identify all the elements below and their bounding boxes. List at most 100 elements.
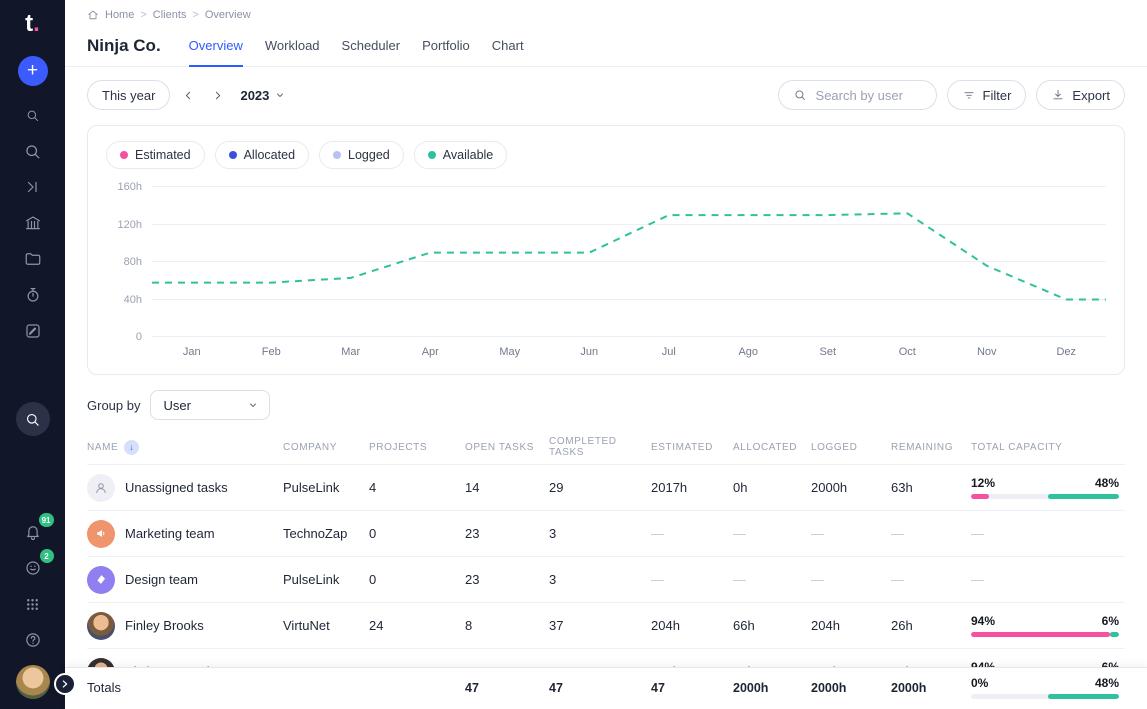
search-icon[interactable] bbox=[16, 134, 50, 168]
notifications-bell-icon[interactable]: 91 bbox=[16, 515, 50, 549]
capacity-track bbox=[971, 632, 1119, 637]
column-header-allocated[interactable]: Allocated bbox=[733, 442, 811, 453]
column-header-remaining[interactable]: Remaining bbox=[891, 442, 971, 453]
chart-body: 160h120h80h40h0 bbox=[106, 187, 1106, 337]
available-line bbox=[152, 187, 1106, 337]
totals-estimated: 47 bbox=[651, 681, 733, 695]
column-header-label: Completed tasks bbox=[549, 436, 651, 458]
apps-grid-icon[interactable] bbox=[16, 587, 50, 621]
legend-label: Estimated bbox=[135, 148, 191, 162]
cell-estimated: 2017h bbox=[651, 480, 733, 495]
column-header-company[interactable]: Company bbox=[283, 442, 369, 453]
next-period-button[interactable] bbox=[207, 89, 228, 102]
tab-scheduler[interactable]: Scheduler bbox=[342, 25, 401, 67]
filter-button[interactable]: Filter bbox=[947, 80, 1027, 110]
column-header-completed-tasks[interactable]: Completed tasks bbox=[549, 436, 651, 458]
column-header-estimated[interactable]: Estimated bbox=[651, 442, 733, 453]
breadcrumb-home[interactable]: Home bbox=[105, 9, 134, 21]
capacity-right-percent: 48% bbox=[1095, 476, 1119, 490]
cell-completed-tasks: 37 bbox=[549, 618, 651, 633]
building-icon[interactable] bbox=[16, 206, 50, 240]
search-small-icon[interactable] bbox=[16, 98, 50, 132]
month-label: Feb bbox=[232, 346, 312, 358]
table-row[interactable]: Design teamPulseLink0233————— bbox=[87, 557, 1125, 603]
totals-completed-tasks: 47 bbox=[549, 681, 651, 695]
chart-legend: Estimated Allocated Logged Available bbox=[106, 141, 1106, 169]
sidebar-bottom: 91 2 bbox=[16, 513, 50, 709]
row-name: Marketing team bbox=[125, 526, 215, 541]
folder-icon[interactable] bbox=[16, 242, 50, 276]
add-button[interactable]: + bbox=[18, 56, 48, 86]
legend-item-logged[interactable]: Logged bbox=[319, 141, 404, 169]
cell-estimated: 204h bbox=[651, 618, 733, 633]
table-row[interactable]: Finley BrooksVirtuNet24837204h66h204h26h… bbox=[87, 603, 1125, 649]
tab-chart[interactable]: Chart bbox=[492, 25, 524, 67]
legend-dot bbox=[428, 151, 436, 159]
feedback-badge: 2 bbox=[40, 549, 54, 563]
cell-open-tasks: 8 bbox=[465, 618, 549, 633]
export-button[interactable]: Export bbox=[1036, 80, 1125, 110]
prev-period-button[interactable] bbox=[178, 89, 199, 102]
tab-overview[interactable]: Overview bbox=[189, 25, 243, 67]
expand-sidebar-chevron[interactable] bbox=[54, 673, 76, 695]
column-header-projects[interactable]: Projects bbox=[369, 442, 465, 453]
search-by-user-input[interactable] bbox=[814, 87, 922, 104]
tab-portfolio[interactable]: Portfolio bbox=[422, 25, 470, 67]
year-dropdown[interactable]: 2023 bbox=[236, 88, 290, 103]
chevron-down-icon bbox=[274, 89, 286, 101]
legend-item-estimated[interactable]: Estimated bbox=[106, 141, 205, 169]
capacity-right-bar bbox=[1048, 694, 1119, 699]
page-header: Ninja Co. OverviewWorkloadSchedulerPortf… bbox=[65, 25, 1147, 67]
column-header-label: Name bbox=[87, 442, 118, 453]
column-header-open-tasks[interactable]: Open tasks bbox=[465, 442, 549, 453]
search-active-icon[interactable] bbox=[16, 402, 50, 436]
tab-workload[interactable]: Workload bbox=[265, 25, 320, 67]
totals-allocated: 2000h bbox=[733, 681, 811, 695]
totals-capacity-slot: 0%48% bbox=[971, 676, 1125, 699]
y-axis-labels: 160h120h80h40h0 bbox=[106, 187, 152, 337]
groupby-dropdown[interactable]: User bbox=[150, 390, 270, 420]
legend-item-allocated[interactable]: Allocated bbox=[215, 141, 309, 169]
table-row[interactable]: Marketing teamTechnoZap0233————— bbox=[87, 511, 1125, 557]
main-content: Home > Clients > Overview Ninja Co. Over… bbox=[65, 0, 1147, 709]
edit-note-icon[interactable] bbox=[16, 314, 50, 348]
skip-end-icon[interactable] bbox=[16, 170, 50, 204]
month-label: May bbox=[470, 346, 550, 358]
download-icon bbox=[1051, 88, 1065, 102]
sort-descending-icon[interactable]: ↓ bbox=[124, 440, 139, 455]
cell-projects: 4 bbox=[369, 480, 465, 495]
feedback-smiley-icon[interactable]: 2 bbox=[16, 551, 50, 585]
cell-logged: — bbox=[811, 572, 891, 587]
timer-icon[interactable] bbox=[16, 278, 50, 312]
capacity-cell: 12%48% bbox=[971, 476, 1125, 499]
y-tick-label: 80h bbox=[124, 256, 142, 268]
name-cell: Design team bbox=[87, 566, 283, 594]
legend-item-available[interactable]: Available bbox=[414, 141, 508, 169]
capacity-labels: 12%48% bbox=[971, 476, 1119, 490]
capacity-right-bar bbox=[1048, 494, 1119, 499]
table-header-row: Name ↓ CompanyProjectsOpen tasksCompleted … bbox=[87, 430, 1125, 465]
month-label: Set bbox=[788, 346, 868, 358]
user-avatar[interactable] bbox=[16, 665, 50, 699]
legend-label: Allocated bbox=[244, 148, 295, 162]
range-button[interactable]: This year bbox=[87, 80, 170, 110]
cell-allocated: 0h bbox=[733, 480, 811, 495]
y-tick-label: 120h bbox=[118, 219, 142, 231]
column-header-label: Allocated bbox=[733, 442, 797, 453]
help-icon[interactable] bbox=[16, 623, 50, 657]
month-label: Ago bbox=[709, 346, 789, 358]
legend-label: Available bbox=[443, 148, 494, 162]
tab-bar: Overview Workload Scheduler Portfolio Chart bbox=[189, 25, 524, 66]
table-row[interactable]: Unassigned tasksPulseLink414292017h0h200… bbox=[87, 465, 1125, 511]
chart-plot bbox=[152, 187, 1106, 337]
capacity-cell-totals: 0%48% bbox=[971, 676, 1125, 699]
totals-open-tasks: 47 bbox=[465, 681, 549, 695]
capacity-left-bar bbox=[971, 632, 1110, 637]
column-header-logged[interactable]: Logged bbox=[811, 442, 891, 453]
y-tick-label: 0 bbox=[136, 331, 142, 343]
column-header-total-capacity[interactable]: Total capacity bbox=[971, 442, 1125, 453]
column-header-name[interactable]: Name ↓ bbox=[87, 440, 283, 455]
search-by-user-box[interactable] bbox=[778, 80, 937, 110]
groupby-row: Group by User bbox=[65, 375, 1147, 430]
breadcrumb-clients[interactable]: Clients bbox=[153, 9, 187, 21]
